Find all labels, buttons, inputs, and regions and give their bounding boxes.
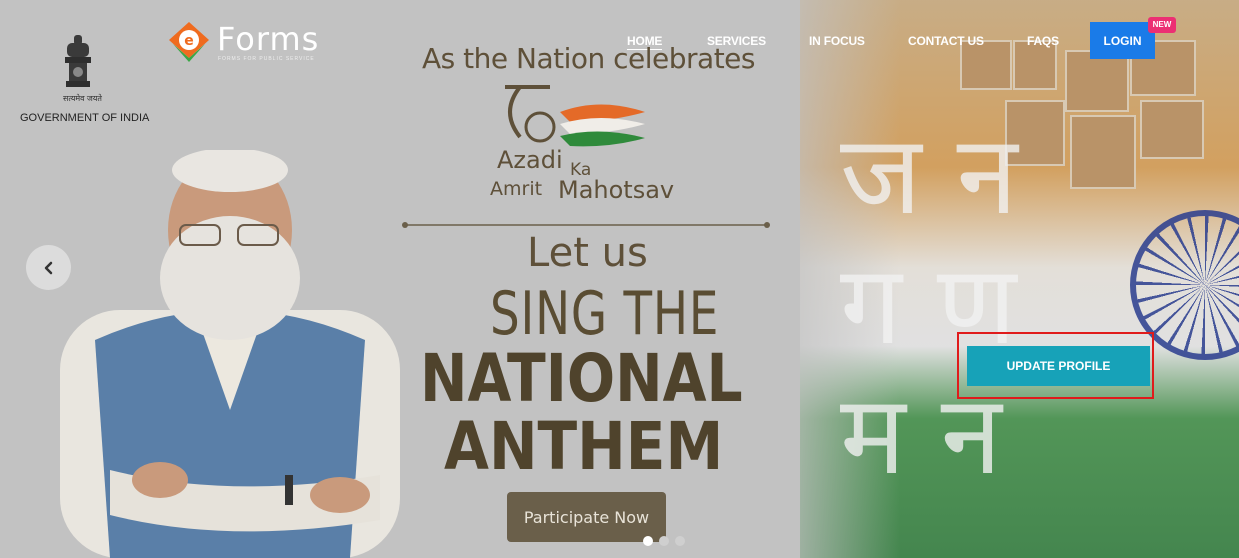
carousel-dot-3[interactable] [675, 536, 685, 546]
update-profile-button[interactable]: UPDATE PROFILE [967, 346, 1150, 386]
banner-amrit: Amrit [490, 178, 543, 200]
carousel-prev-button[interactable] [26, 245, 71, 290]
nav-item-contact-us[interactable]: CONTACT US [908, 34, 984, 48]
logo-tagline: FORMS FOR PUBLIC SERVICE [218, 56, 315, 62]
banner-celebrates-text: As the Nation celebrates [422, 42, 756, 75]
collage-photo [1065, 50, 1129, 112]
participate-now-button[interactable]: Participate Now [507, 492, 666, 542]
carousel-dot-2[interactable] [659, 536, 669, 546]
banner-national: NATIONAL [420, 340, 743, 417]
hero-carousel: ज न ग ण म न सत्यमेव जयते GOVERNMENT OF I… [0, 0, 1239, 558]
banner-divider [402, 222, 770, 228]
banner-anthem: ANTHEM [444, 408, 724, 485]
collage-photo [1070, 115, 1136, 189]
collage-devanagari-text: ज न ग ण म न [840, 111, 1018, 499]
banner-let-us: Let us [527, 230, 648, 276]
banner-azadi: Azadi [497, 146, 563, 174]
carousel-dot-1[interactable] [643, 536, 653, 546]
collage-photo [1140, 100, 1204, 159]
login-button[interactable]: LOGIN [1090, 22, 1155, 59]
person-image [60, 150, 400, 558]
nav-item-faqs[interactable]: FAQS [1027, 34, 1059, 48]
new-badge: NEW [1148, 17, 1176, 33]
gov-label: GOVERNMENT OF INDIA [20, 112, 150, 124]
banner-mahotsav: Mahotsav [558, 176, 675, 204]
nav-item-in-focus[interactable]: IN FOCUS [809, 34, 865, 48]
banner-sing-the: SING THE [490, 279, 720, 349]
chevron-left-icon [44, 261, 52, 274]
gov-motto: सत्यमेव जयते [63, 94, 102, 103]
